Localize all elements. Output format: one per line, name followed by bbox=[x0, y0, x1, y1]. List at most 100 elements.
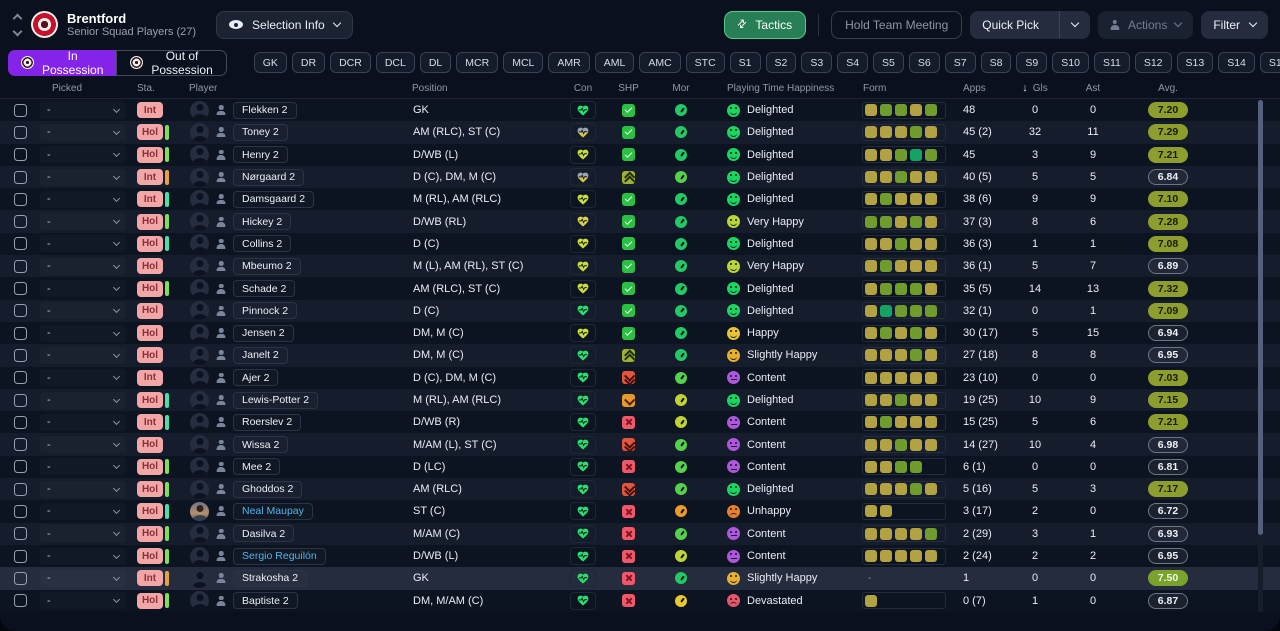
position-chip-mcr[interactable]: MCR bbox=[456, 52, 499, 73]
column-header-shp[interactable]: SHP bbox=[601, 83, 656, 94]
row-checkbox[interactable] bbox=[14, 304, 27, 318]
row-checkbox[interactable] bbox=[14, 348, 27, 362]
actions-button[interactable]: Actions bbox=[1097, 10, 1194, 39]
position-chip-s15[interactable]: S15 bbox=[1259, 52, 1280, 73]
vertical-scrollbar[interactable] bbox=[1258, 100, 1263, 612]
position-chip-s9[interactable]: S9 bbox=[1016, 52, 1048, 73]
table-row[interactable]: - Hol Mee 2 D (LC) Content 6 (1) 0 0 6.8… bbox=[0, 455, 1280, 479]
picked-dropdown[interactable]: - bbox=[40, 213, 126, 230]
position-chip-stc[interactable]: STC bbox=[685, 52, 725, 73]
column-header-gls[interactable]: ↓ Gls bbox=[1008, 82, 1062, 94]
row-checkbox[interactable] bbox=[14, 103, 27, 117]
position-chip-s11[interactable]: S11 bbox=[1093, 52, 1130, 73]
player-name[interactable]: Dasilva 2 bbox=[233, 525, 295, 543]
row-checkbox[interactable] bbox=[14, 282, 27, 296]
table-row[interactable]: - Int Flekken 2 GK Delighted 48 0 0 7.20 bbox=[0, 99, 1280, 122]
chevron-down-icon[interactable] bbox=[1070, 18, 1080, 28]
picked-dropdown[interactable]: - bbox=[40, 436, 126, 453]
position-chip-dcr[interactable]: DCR bbox=[330, 52, 371, 73]
player-name[interactable]: Damsgaard 2 bbox=[233, 190, 315, 208]
picked-dropdown[interactable]: - bbox=[40, 302, 126, 319]
table-row[interactable]: - Int Nørgaard 2 D (C), DM, M (C) Deligh… bbox=[0, 165, 1280, 189]
column-header-picked[interactable]: Picked bbox=[40, 83, 133, 94]
position-chip-dl[interactable]: DL bbox=[419, 52, 452, 73]
row-checkbox[interactable] bbox=[14, 170, 27, 184]
table-row[interactable]: - Hol Collins 2 D (C) Delighted 36 (3) 1… bbox=[0, 232, 1280, 256]
player-name[interactable]: Ghoddos 2 bbox=[233, 480, 303, 498]
table-row[interactable]: - Hol Pinnock 2 D (C) Delighted 32 (1) 0… bbox=[0, 299, 1280, 322]
table-row[interactable]: - Hol Lewis-Potter 2 M (RL), AM (RLC) De… bbox=[0, 388, 1280, 412]
picked-dropdown[interactable]: - bbox=[40, 481, 126, 498]
player-name[interactable]: Wissa 2 bbox=[233, 436, 289, 454]
picked-dropdown[interactable]: - bbox=[40, 347, 126, 364]
player-name[interactable]: Baptiste 2 bbox=[233, 592, 298, 610]
row-checkbox[interactable] bbox=[14, 549, 27, 563]
row-checkbox[interactable] bbox=[14, 415, 27, 429]
row-checkbox[interactable] bbox=[14, 215, 27, 229]
player-name[interactable]: Jensen 2 bbox=[233, 324, 294, 342]
row-checkbox[interactable] bbox=[14, 192, 27, 206]
player-name[interactable]: Sergio Reguilón bbox=[233, 547, 326, 565]
table-row[interactable]: - Hol Neal Maupay ST (C) Unhappy 3 (17) … bbox=[0, 500, 1280, 523]
picked-dropdown[interactable]: - bbox=[40, 458, 126, 475]
selection-info-dropdown[interactable]: Selection Info bbox=[216, 10, 353, 39]
player-name[interactable]: Toney 2 bbox=[233, 123, 288, 141]
table-row[interactable]: - Int Ajer 2 D (C), DM, M (C) Content 23… bbox=[0, 366, 1280, 389]
position-chip-s1[interactable]: S1 bbox=[729, 52, 761, 73]
picked-dropdown[interactable]: - bbox=[40, 570, 126, 587]
position-chip-s8[interactable]: S8 bbox=[980, 52, 1012, 73]
table-row[interactable]: - Hol Baptiste 2 DM, M/AM (C) Devastated… bbox=[0, 589, 1280, 612]
picked-dropdown[interactable]: - bbox=[40, 191, 126, 208]
picked-dropdown[interactable]: - bbox=[40, 169, 126, 186]
column-header-mor[interactable]: Mor bbox=[656, 83, 706, 94]
picked-dropdown[interactable]: - bbox=[40, 548, 126, 565]
position-chip-dr[interactable]: DR bbox=[291, 52, 326, 73]
player-name[interactable]: Strakosha 2 bbox=[233, 569, 308, 587]
row-checkbox[interactable] bbox=[14, 527, 27, 541]
picked-dropdown[interactable]: - bbox=[40, 414, 126, 431]
tab-out-of-possession[interactable]: Out of Possession bbox=[116, 49, 227, 77]
player-name[interactable]: Hickey 2 bbox=[233, 213, 292, 231]
picked-dropdown[interactable]: - bbox=[40, 325, 126, 342]
picked-dropdown[interactable]: - bbox=[40, 235, 126, 252]
position-chip-s12[interactable]: S12 bbox=[1134, 52, 1172, 73]
filter-button[interactable]: Filter bbox=[1201, 10, 1268, 39]
player-name[interactable]: Nørgaard 2 bbox=[233, 168, 305, 186]
position-chip-s7[interactable]: S7 bbox=[944, 52, 976, 73]
table-row[interactable]: - Hol Dasilva 2 M/AM (C) Content 2 (29) … bbox=[0, 522, 1280, 545]
hold-team-meeting-button[interactable]: Hold Team Meeting bbox=[831, 10, 963, 39]
player-name[interactable]: Lewis-Potter 2 bbox=[233, 391, 319, 409]
column-header-position[interactable]: Position bbox=[408, 83, 565, 94]
player-name[interactable]: Pinnock 2 bbox=[233, 302, 298, 320]
column-header-ast[interactable]: Ast bbox=[1062, 83, 1124, 94]
table-row[interactable]: - Int Strakosha 2 GK Slightly Happy - 1 … bbox=[0, 567, 1280, 590]
table-row[interactable]: - Hol Henry 2 D/WB (L) Delighted 45 3 9 … bbox=[0, 143, 1280, 166]
table-row[interactable]: - Hol Wissa 2 M/AM (L), ST (C) Content 1… bbox=[0, 433, 1280, 456]
player-name[interactable]: Mbeumo 2 bbox=[233, 257, 301, 275]
player-name[interactable]: Neal Maupay bbox=[233, 502, 313, 520]
player-name[interactable]: Flekken 2 bbox=[233, 101, 297, 119]
player-name[interactable]: Schade 2 bbox=[233, 280, 296, 298]
row-checkbox[interactable] bbox=[14, 259, 27, 273]
row-checkbox[interactable] bbox=[14, 393, 27, 407]
tab-in-possession[interactable]: In Possession bbox=[8, 49, 117, 77]
row-checkbox[interactable] bbox=[14, 125, 27, 139]
picked-dropdown[interactable]: - bbox=[40, 525, 126, 542]
table-row[interactable]: - Hol Sergio Reguilón D/WB (L) Content 2… bbox=[0, 544, 1280, 568]
column-header-playing-time-happiness[interactable]: Playing Time Happiness bbox=[706, 83, 852, 94]
row-checkbox[interactable] bbox=[14, 438, 27, 452]
player-name[interactable]: Roerslev 2 bbox=[233, 413, 302, 431]
picked-dropdown[interactable]: - bbox=[40, 592, 126, 609]
table-row[interactable]: - Hol Schade 2 AM (RLC), ST (C) Delighte… bbox=[0, 277, 1280, 300]
table-row[interactable]: - Hol Toney 2 AM (RLC), ST (C) Delighted… bbox=[0, 121, 1280, 144]
picked-dropdown[interactable]: - bbox=[40, 258, 126, 275]
position-chip-s3[interactable]: S3 bbox=[801, 52, 833, 73]
row-checkbox[interactable] bbox=[14, 571, 27, 585]
column-header-apps[interactable]: Apps bbox=[948, 83, 1008, 94]
row-checkbox[interactable] bbox=[14, 504, 27, 518]
picked-dropdown[interactable]: - bbox=[40, 280, 126, 297]
position-chip-s2[interactable]: S2 bbox=[765, 52, 797, 73]
tactics-button[interactable]: ⇄ Tactics bbox=[724, 10, 807, 39]
position-chip-s14[interactable]: S14 bbox=[1218, 52, 1255, 73]
row-checkbox[interactable] bbox=[14, 594, 27, 608]
